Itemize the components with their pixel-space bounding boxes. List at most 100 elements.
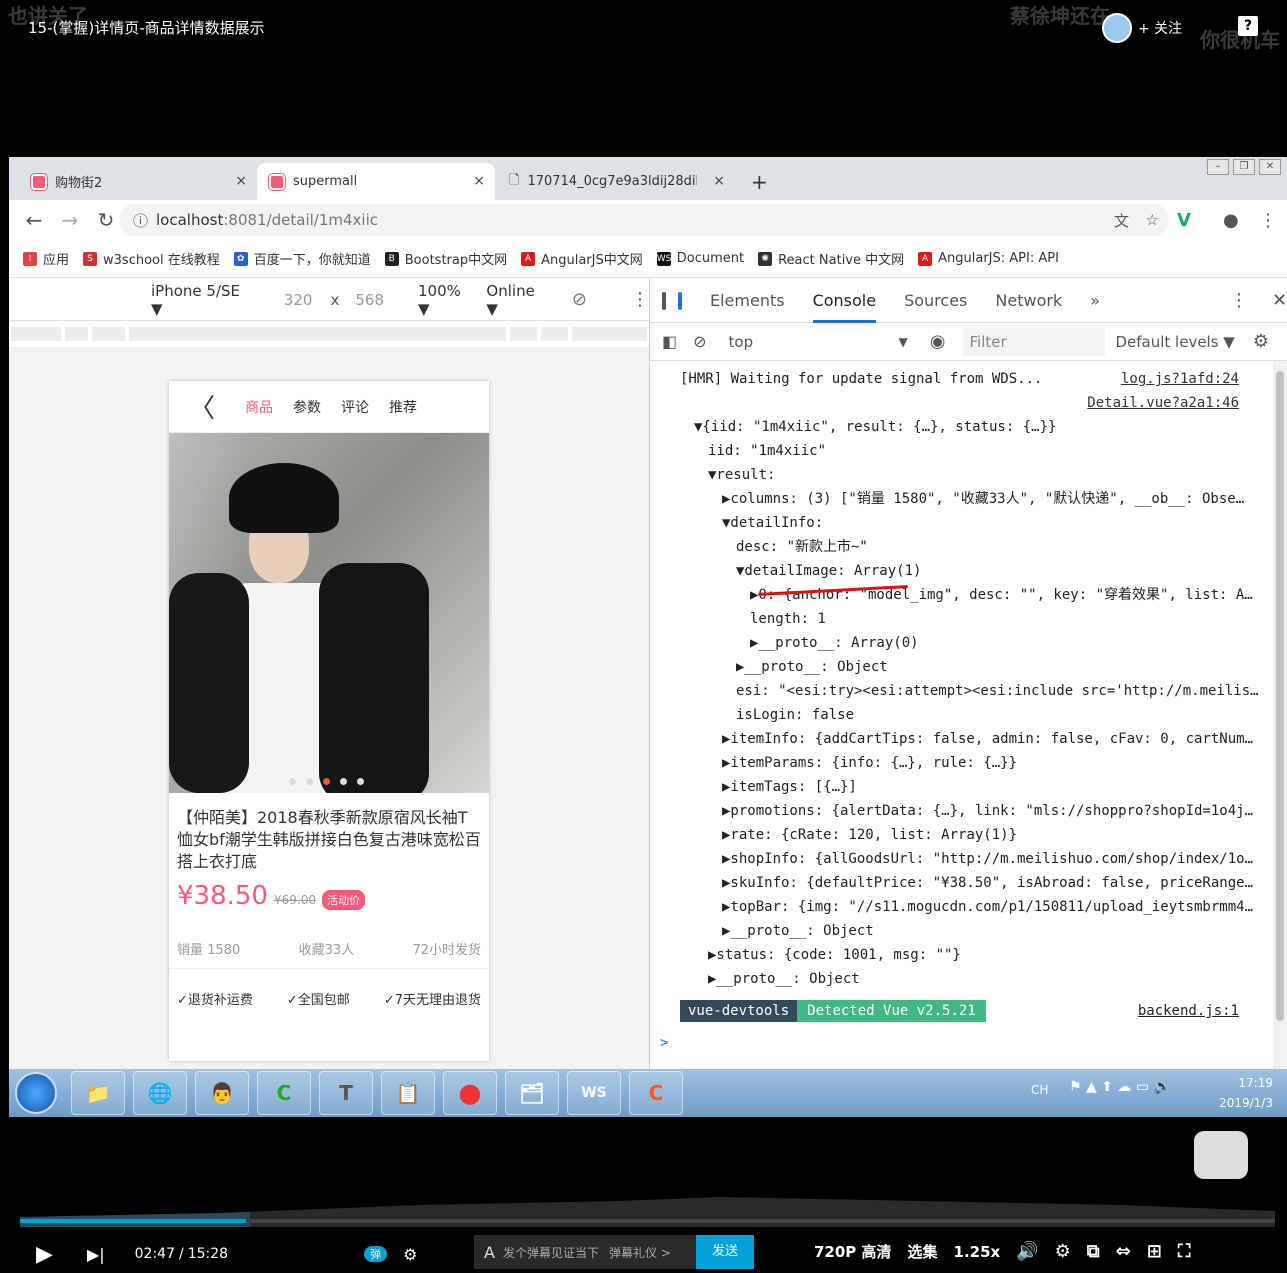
console-line[interactable]: ▶itemParams: {info: {…}, rule: {…}} — [650, 751, 1287, 775]
bookmark-apps[interactable]: ⁞ 应用 — [23, 249, 69, 268]
quality-select[interactable]: 720P 高清 — [814, 1241, 892, 1262]
eye-icon[interactable]: ◉ — [930, 331, 946, 352]
console-line[interactable]: ▶__proto__: Object — [650, 919, 1287, 943]
console-line[interactable]: ▼result: — [650, 463, 1287, 487]
console-line[interactable]: ▶__proto__: Object — [650, 967, 1287, 991]
bookmark-document[interactable]: WS Document — [656, 251, 744, 266]
console-line[interactable]: ▶topBar: {img: "//s11.mogucdn.com/p1/150… — [650, 895, 1287, 919]
console-line[interactable]: ▶promotions: {alertData: {…}, link: "mls… — [650, 799, 1287, 823]
taskbar-app-icon[interactable]: 📋 — [381, 1071, 435, 1115]
tab-goods[interactable]: 商品 — [245, 397, 273, 417]
device-height-input[interactable]: 568 — [355, 291, 384, 309]
chrome-icon[interactable]: ⬤ — [443, 1071, 497, 1115]
follow-button[interactable]: + 关注 — [1102, 12, 1182, 44]
minimize-icon[interactable]: – — [1207, 159, 1229, 175]
console-line[interactable]: ▶columns: (3) ["销量 1580", "收藏33人", "默认快递… — [650, 487, 1287, 511]
pip-icon[interactable]: ⧉ — [1087, 1241, 1100, 1262]
gear-icon[interactable]: ⚙ — [1253, 331, 1269, 352]
console-line[interactable]: ▶0: {anchor: "model_img", desc: "", key:… — [650, 583, 1287, 607]
danmaku-toggle[interactable]: 弹 — [364, 1246, 388, 1262]
settings-icon[interactable]: ⚙ — [1055, 1241, 1071, 1262]
tab-recommend[interactable]: 推荐 — [389, 397, 417, 417]
back-icon[interactable]: 〈 — [189, 388, 215, 425]
clock[interactable]: 17:19 2019/1/3 — [1219, 1073, 1273, 1113]
menu-icon[interactable]: ⋮ — [1259, 210, 1277, 231]
source-link[interactable]: backend.js:1 — [1138, 1003, 1239, 1019]
font-icon[interactable]: A — [484, 1243, 495, 1262]
taskbar-app-icon[interactable]: 🗂 — [505, 1071, 559, 1115]
device-select[interactable]: iPhone 5/SE ▼ — [151, 282, 248, 318]
danmaku-etiquette-link[interactable]: 弹幕礼仪 > — [609, 1244, 671, 1261]
new-tab-button[interactable]: + — [739, 163, 780, 200]
reload-icon[interactable]: ↻ — [95, 208, 117, 232]
rotate-icon[interactable]: ⊘ — [572, 289, 587, 310]
devtools-menu-icon[interactable]: ⋮ — [1230, 290, 1248, 311]
restore-icon[interactable]: ❐ — [1233, 159, 1255, 175]
close-devtools-icon[interactable]: ✕ — [1272, 290, 1287, 311]
send-button[interactable]: 发送 — [696, 1235, 754, 1269]
webfullscreen-icon[interactable]: ⊞ — [1147, 1241, 1162, 1262]
next-icon[interactable]: ▶| — [87, 1245, 105, 1264]
start-button[interactable] — [15, 1072, 57, 1114]
swiper-indicator[interactable] — [289, 778, 364, 785]
uploader-avatar[interactable] — [1102, 13, 1132, 43]
close-tab-icon[interactable]: × — [713, 173, 725, 189]
console-line[interactable]: ▶itemTags: [{…}] — [650, 775, 1287, 799]
taskbar-app-icon[interactable]: T — [319, 1071, 373, 1115]
console-line[interactable]: ▶__proto__: Array(0) — [650, 631, 1287, 655]
console-line[interactable]: ▶rate: {cRate: 120, list: Array(1)} — [650, 823, 1287, 847]
webstorm-icon[interactable]: WS — [567, 1071, 621, 1115]
network-throttle-select[interactable]: Online ▼ — [486, 282, 545, 318]
sidebar-toggle-icon[interactable]: ◧ — [662, 332, 677, 351]
bookmark-baidu[interactable]: ✿ 百度一下，你就知道 — [233, 249, 371, 268]
filter-input[interactable]: Filter — [963, 327, 1106, 356]
more-tabs-icon[interactable]: » — [1090, 279, 1100, 323]
console-line[interactable]: ▶status: {code: 1001, msg: ""} — [650, 943, 1287, 967]
console-line[interactable]: ▶skuInfo: {defaultPrice: "¥38.50", isAbr… — [650, 871, 1287, 895]
tab-params[interactable]: 参数 — [293, 397, 321, 417]
device-menu-icon[interactable]: ⋮ — [631, 289, 649, 310]
help-icon[interactable]: ? — [1238, 16, 1258, 36]
context-select[interactable]: top — [729, 333, 899, 351]
log-levels-select[interactable]: Default levels ▼ — [1115, 333, 1234, 351]
chevron-down-icon[interactable]: ▼ — [899, 335, 908, 349]
profile-icon[interactable]: ● — [1223, 210, 1239, 231]
play-icon[interactable]: ▶ — [36, 1242, 53, 1267]
taskbar-app-icon[interactable]: C — [257, 1071, 311, 1115]
url-input[interactable]: ⓘ localhost:8081/detail/1m4xiic ⽂ ☆ — [119, 204, 1169, 236]
bookmark-angular[interactable]: A AngularJS中文网 — [521, 249, 643, 268]
console-line[interactable]: ▶itemInfo: {addCartTips: false, admin: f… — [650, 727, 1287, 751]
bookmark-bootstrap[interactable]: B Bootstrap中文网 — [384, 249, 507, 268]
star-icon[interactable]: ☆ — [1146, 211, 1159, 229]
danmaku-settings-icon[interactable]: ⚙ — [403, 1245, 417, 1264]
input-language[interactable]: CH — [1031, 1083, 1048, 1097]
console-line[interactable]: ▶shopInfo: {allGoodsUrl: "http://m.meili… — [650, 847, 1287, 871]
fullscreen-icon[interactable]: ⛶ — [1178, 1241, 1191, 1262]
device-toggle-icon[interactable] — [678, 291, 682, 310]
follow-label[interactable]: + 关注 — [1138, 18, 1182, 38]
media-query-bar[interactable] — [9, 321, 649, 347]
episodes-button[interactable]: 选集 — [908, 1241, 938, 1262]
back-arrow-icon[interactable]: ← — [23, 208, 45, 232]
tab-network[interactable]: Network — [995, 279, 1062, 323]
console-line[interactable]: ▼detailInfo: — [650, 511, 1287, 535]
bookmark-angular-api[interactable]: A AngularJS: API: API — [918, 251, 1059, 266]
taskbar-app-icon[interactable]: 👨 — [195, 1071, 249, 1115]
source-link[interactable]: Detail.vue?a2a1:46 — [1087, 391, 1239, 415]
taskbar-app-icon[interactable]: 🌐 — [133, 1071, 187, 1115]
close-tab-icon[interactable]: × — [235, 173, 247, 189]
tab-elements[interactable]: Elements — [710, 279, 785, 323]
console-line[interactable]: ▼detailImage: Array(1) — [650, 559, 1287, 583]
taskbar-app-icon[interactable]: C — [629, 1071, 683, 1115]
forward-arrow-icon[interactable]: → — [59, 208, 81, 232]
speed-select[interactable]: 1.25x — [954, 1243, 1001, 1261]
tray-icons[interactable]: ⚑ ▲ ⬆ ☁ ▭ 🔈 — [1069, 1079, 1171, 1095]
tab-supermall[interactable]: supermall × — [257, 163, 495, 200]
console-prompt[interactable]: > — [650, 1031, 1287, 1055]
zoom-select[interactable]: 100% ▼ — [418, 282, 472, 318]
console-scrollbar[interactable] — [1273, 361, 1287, 1069]
inspect-icon[interactable] — [662, 291, 666, 310]
widescreen-icon[interactable]: ⇔ — [1116, 1241, 1131, 1262]
volume-icon[interactable]: 🔊 — [1016, 1241, 1038, 1262]
vue-extension-icon[interactable]: V — [1177, 210, 1191, 231]
